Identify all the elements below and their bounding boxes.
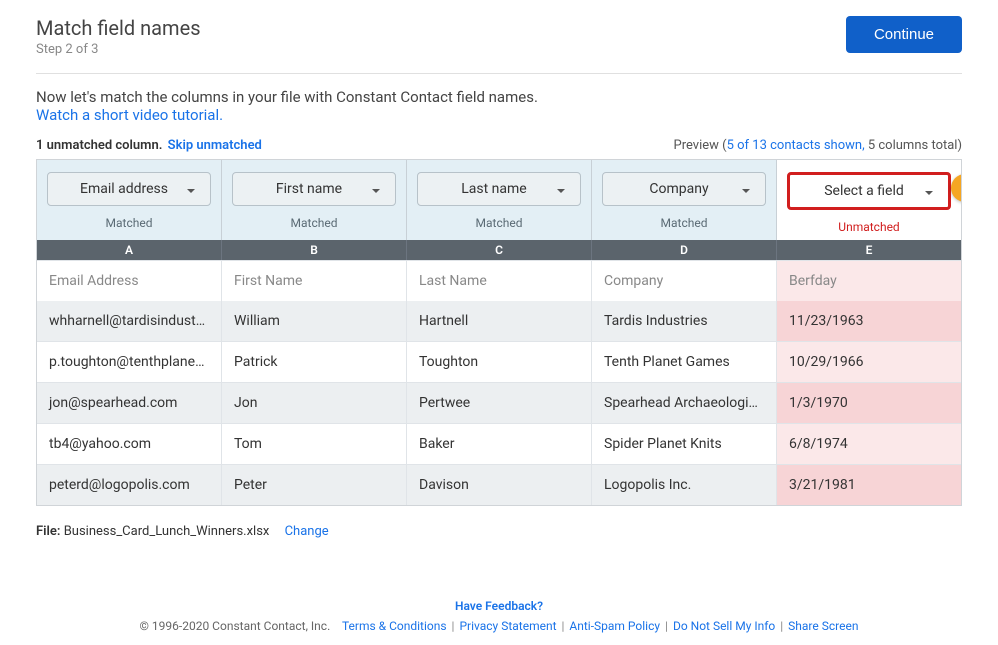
table-cell: Jon — [222, 383, 407, 423]
column-mapping-b: First name Matched — [222, 160, 407, 240]
file-name: Business_Card_Lunch_Winners.xlsx — [64, 524, 270, 539]
table-cell: Spider Planet Knits — [592, 424, 777, 464]
footer-link[interactable]: Share Screen — [788, 619, 858, 633]
footer-link[interactable]: Do Not Sell My Info — [673, 619, 775, 633]
field-select-d[interactable]: Company — [602, 172, 766, 206]
column-letter: B — [222, 240, 407, 260]
table-cell: 1/3/1970 — [777, 383, 961, 423]
table-row: peterd@logopolis.comPeterDavisonLogopoli… — [37, 464, 961, 505]
match-status: Matched — [47, 216, 211, 230]
table-cell: Peter — [222, 465, 407, 505]
source-header: Company — [592, 261, 777, 301]
table-row: whharnell@tardisindustries...WilliamHart… — [37, 301, 961, 341]
chevron-down-icon — [741, 184, 751, 194]
field-select-b[interactable]: First name — [232, 172, 396, 206]
match-status: Matched — [417, 216, 581, 230]
intro-text: Now let's match the columns in your file… — [36, 88, 962, 106]
table-cell: tb4@yahoo.com — [37, 424, 222, 464]
table-cell: Davison — [407, 465, 592, 505]
change-file-link[interactable]: Change — [285, 524, 329, 539]
table-row: tb4@yahoo.comTomBakerSpider Planet Knits… — [37, 423, 961, 464]
table-cell: 11/23/1963 — [777, 301, 961, 341]
table-cell: Tom — [222, 424, 407, 464]
table-cell: Patrick — [222, 342, 407, 382]
table-cell: Logopolis Inc. — [592, 465, 777, 505]
chevron-down-icon — [186, 184, 196, 194]
field-select-a[interactable]: Email address — [47, 172, 211, 206]
footer-link[interactable]: Anti-Spam Policy — [569, 619, 660, 633]
chevron-down-icon — [371, 184, 381, 194]
footer-link[interactable]: Terms & Conditions — [342, 619, 447, 633]
step-indicator: Step 2 of 3 — [36, 42, 201, 57]
table-cell: Toughton — [407, 342, 592, 382]
table-cell: Pertwee — [407, 383, 592, 423]
file-label: File: — [36, 524, 60, 539]
footer-link[interactable]: Privacy Statement — [459, 619, 556, 633]
chevron-down-icon — [924, 186, 934, 196]
source-header: Berfday — [777, 261, 961, 301]
match-status: Unmatched — [787, 220, 951, 234]
column-mapping-a: Email address Matched — [37, 160, 222, 240]
source-header: Last Name — [407, 261, 592, 301]
table-cell: William — [222, 301, 407, 341]
table-cell: jon@spearhead.com — [37, 383, 222, 423]
field-select-label: Email address — [62, 181, 186, 197]
table-cell: 6/8/1974 — [777, 424, 961, 464]
table-row: p.toughton@tenthplanet.comPatrickToughto… — [37, 341, 961, 382]
column-mapping-d: Company Matched — [592, 160, 777, 240]
video-tutorial-link[interactable]: Watch a short video tutorial. — [36, 106, 223, 124]
field-select-label: Last name — [432, 181, 556, 197]
match-status: Matched — [602, 216, 766, 230]
field-select-label: Select a field — [804, 183, 924, 199]
column-letter: A — [37, 240, 222, 260]
preview-summary: Preview (5 of 13 contacts shown, 5 colum… — [674, 138, 963, 153]
column-letter: D — [592, 240, 777, 260]
table-cell: Spearhead Archaeological S... — [592, 383, 777, 423]
table-cell: whharnell@tardisindustries... — [37, 301, 222, 341]
copyright: © 1996-2020 Constant Contact, Inc. — [140, 619, 331, 633]
table-cell: Baker — [407, 424, 592, 464]
chevron-down-icon — [556, 184, 566, 194]
feedback-link[interactable]: Have Feedback? — [36, 599, 962, 613]
column-mapping-e: Select a field Unmatched 6 — [777, 160, 961, 240]
column-letter: E — [777, 240, 961, 260]
table-cell: 3/21/1981 — [777, 465, 961, 505]
table-cell: Tenth Planet Games — [592, 342, 777, 382]
table-cell: peterd@logopolis.com — [37, 465, 222, 505]
column-letter: C — [407, 240, 592, 260]
field-match-table: Email addressMatchedFirst nameMatchedLas… — [36, 159, 962, 506]
page-title: Match field names — [36, 16, 201, 40]
field-select-label: Company — [617, 181, 741, 197]
continue-button[interactable]: Continue — [846, 16, 962, 53]
table-cell: Hartnell — [407, 301, 592, 341]
source-header: Email Address — [37, 261, 222, 301]
callout-badge: 6 — [951, 174, 962, 202]
table-cell: p.toughton@tenthplanet.com — [37, 342, 222, 382]
table-cell: 10/29/1966 — [777, 342, 961, 382]
skip-unmatched-link[interactable]: Skip unmatched — [168, 138, 262, 153]
field-select-c[interactable]: Last name — [417, 172, 581, 206]
source-header: First Name — [222, 261, 407, 301]
preview-count-link[interactable]: 5 of 13 contacts shown, — [727, 138, 865, 153]
table-cell: Tardis Industries — [592, 301, 777, 341]
field-select-e[interactable]: Select a field — [787, 172, 951, 210]
table-row: jon@spearhead.comJonPertweeSpearhead Arc… — [37, 382, 961, 423]
field-select-label: First name — [247, 181, 371, 197]
unmatched-count: 1 unmatched column. — [36, 138, 162, 153]
match-status: Matched — [232, 216, 396, 230]
column-mapping-c: Last name Matched — [407, 160, 592, 240]
